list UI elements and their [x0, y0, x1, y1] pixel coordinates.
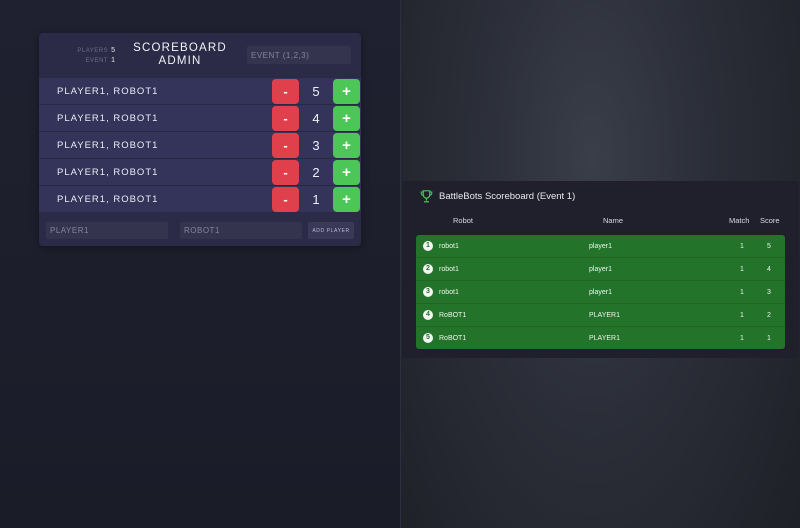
decrement-score-button[interactable]: -	[272, 106, 299, 131]
rank-badge: 4	[423, 310, 433, 320]
player-score: 2	[312, 165, 320, 180]
column-header-score: Score	[760, 216, 780, 225]
player-name-input[interactable]	[46, 222, 168, 239]
scoreboard-row: 1 robot1 player1 1 5	[416, 235, 785, 258]
decrement-score-button[interactable]: -	[272, 79, 299, 104]
rank-badge: 2	[423, 264, 433, 274]
increment-score-button[interactable]: +	[333, 106, 360, 131]
trophy-icon	[420, 189, 433, 203]
name-cell: PLAYER1	[589, 335, 620, 342]
player-robot-label: PLAYER1, ROBOT1	[57, 140, 159, 151]
add-player-button[interactable]: ADD PLAYER	[308, 222, 354, 239]
score-cell: 4	[767, 266, 771, 273]
match-cell: 1	[740, 312, 744, 319]
name-cell: player1	[589, 266, 612, 273]
divider	[400, 0, 401, 528]
admin-player-row: PLAYER1, ROBOT1 - 5 +	[39, 77, 361, 104]
player-robot-label: PLAYER1, ROBOT1	[57, 167, 159, 178]
event-input[interactable]	[247, 46, 351, 64]
player-robot-label: PLAYER1, ROBOT1	[57, 86, 159, 97]
scoreboard-title: BattleBots Scoreboard (Event 1)	[439, 190, 576, 202]
add-player-form: ADD PLAYER	[39, 218, 361, 246]
admin-header: PLAYERS 5 EVENT 1 SCOREBOARD ADMIN	[39, 33, 361, 77]
admin-player-row: PLAYER1, ROBOT1 - 2 +	[39, 158, 361, 185]
robot-cell: robot1	[439, 289, 459, 296]
player-robot-label: PLAYER1, ROBOT1	[57, 194, 159, 205]
increment-score-button[interactable]: +	[333, 160, 360, 185]
admin-player-row: PLAYER1, ROBOT1 - 1 +	[39, 185, 361, 212]
admin-player-list: PLAYER1, ROBOT1 - 5 + PLAYER1, ROBOT1 - …	[39, 77, 361, 212]
rank-badge: 3	[423, 287, 433, 297]
score-cell: 2	[767, 312, 771, 319]
admin-title: SCOREBOARD ADMIN	[133, 42, 227, 67]
robot-name-input[interactable]	[180, 222, 302, 239]
scoreboard-panel: BattleBots Scoreboard (Event 1) Robot Na…	[402, 181, 799, 358]
rank-badge: 1	[423, 241, 433, 251]
name-cell: player1	[589, 243, 612, 250]
robot-cell: RoBOT1	[439, 312, 467, 319]
name-cell: PLAYER1	[589, 312, 620, 319]
match-cell: 1	[740, 335, 744, 342]
decrement-score-button[interactable]: -	[272, 133, 299, 158]
stat-event: EVENT 1	[79, 56, 115, 66]
match-cell: 1	[740, 266, 744, 273]
admin-panel: PLAYERS 5 EVENT 1 SCOREBOARD ADMIN PLAYE…	[39, 33, 361, 246]
increment-score-button[interactable]: +	[333, 133, 360, 158]
player-score: 4	[312, 111, 320, 126]
score-cell: 3	[767, 289, 771, 296]
robot-cell: robot1	[439, 266, 459, 273]
stat-event-label: EVENT	[85, 58, 109, 64]
stat-event-value: 1	[111, 57, 115, 64]
stat-players: PLAYERS 5	[77, 46, 115, 56]
robot-cell: RoBOT1	[439, 335, 467, 342]
player-robot-label: PLAYER1, ROBOT1	[57, 113, 159, 124]
scoreboard-row: 4 RoBOT1 PLAYER1 1 2	[416, 304, 785, 327]
score-cell: 1	[767, 335, 771, 342]
scoreboard-column-headers: Robot Name Match Score	[402, 216, 799, 228]
score-cell: 5	[767, 243, 771, 250]
stat-players-label: PLAYERS	[77, 48, 109, 54]
stat-players-value: 5	[111, 47, 115, 54]
robot-cell: robot1	[439, 243, 459, 250]
scoreboard-row: 3 robot1 player1 1 3	[416, 281, 785, 304]
scoreboard-row: 2 robot1 player1 1 4	[416, 258, 785, 281]
match-cell: 1	[740, 289, 744, 296]
scoreboard-table-body: 1 robot1 player1 1 5 2 robot1 player1 1 …	[416, 235, 785, 349]
match-cell: 1	[740, 243, 744, 250]
player-score: 1	[312, 192, 320, 207]
player-score: 5	[312, 84, 320, 99]
scoreboard-header: BattleBots Scoreboard (Event 1)	[420, 186, 575, 206]
rank-badge: 5	[423, 333, 433, 343]
column-header-match: Match	[729, 216, 750, 225]
name-cell: player1	[589, 289, 612, 296]
increment-score-button[interactable]: +	[333, 79, 360, 104]
column-header-robot: Robot	[453, 216, 474, 225]
admin-player-row: PLAYER1, ROBOT1 - 4 +	[39, 104, 361, 131]
column-header-name: Name	[603, 216, 624, 225]
scoreboard-row: 5 RoBOT1 PLAYER1 1 1	[416, 327, 785, 349]
decrement-score-button[interactable]: -	[272, 187, 299, 212]
decrement-score-button[interactable]: -	[272, 160, 299, 185]
player-score: 3	[312, 138, 320, 153]
admin-stats: PLAYERS 5 EVENT 1	[77, 46, 115, 66]
admin-player-row: PLAYER1, ROBOT1 - 3 +	[39, 131, 361, 158]
increment-score-button[interactable]: +	[333, 187, 360, 212]
